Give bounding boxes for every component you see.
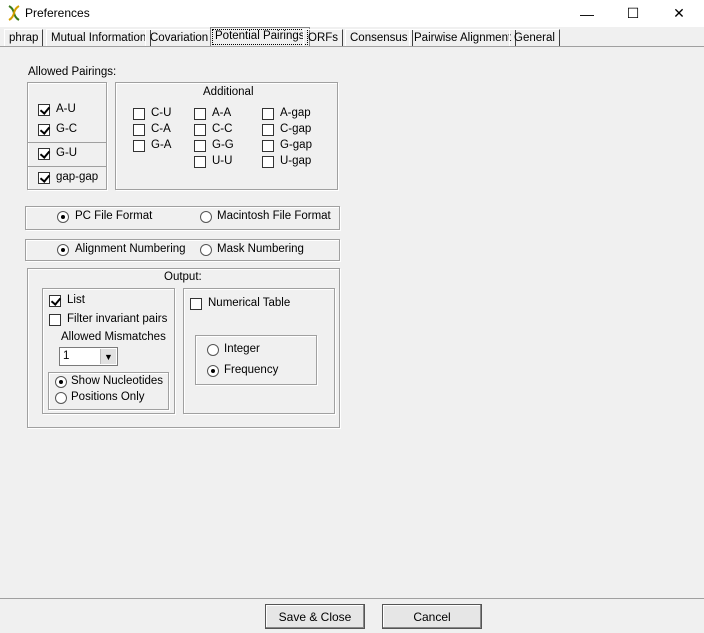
tab-pairwise-alignment[interactable]: Pairwise Alignment (409, 29, 517, 47)
maximize-button[interactable]: ☐ (610, 0, 656, 27)
title-bar: Preferences — ☐ ✕ (0, 0, 704, 27)
checkbox-g-a-label: G-A (151, 139, 172, 151)
checkbox-c-a[interactable] (133, 124, 145, 136)
radio-positions-only[interactable] (55, 392, 67, 404)
additional-pairings-group (115, 82, 338, 190)
checkbox-c-gap-label: C-gap (280, 123, 312, 135)
tab-consensus[interactable]: Consensus (345, 29, 413, 47)
radio-show-nucleotides-label: Show Nucleotides (71, 375, 164, 387)
radio-mask-numbering[interactable] (200, 244, 212, 256)
radio-positions-only-label: Positions Only (71, 391, 145, 403)
divider (28, 142, 106, 143)
checkbox-c-gap[interactable] (262, 124, 274, 136)
checkbox-a-u-label: A-U (56, 103, 76, 115)
divider (28, 166, 106, 167)
checkbox-g-u[interactable] (38, 148, 50, 160)
checkbox-g-gap[interactable] (262, 140, 274, 152)
checkbox-filter-invariant-pairs-label: Filter invariant pairs (67, 313, 168, 325)
radio-show-nucleotides[interactable] (55, 376, 67, 388)
checkbox-numerical-table[interactable] (190, 298, 202, 310)
checkbox-u-gap[interactable] (262, 156, 274, 168)
checkbox-filter-invariant-pairs[interactable] (49, 314, 61, 326)
close-button[interactable]: ✕ (656, 0, 702, 27)
radio-pc-file-format-label: PC File Format (75, 210, 153, 222)
radio-integer[interactable] (207, 344, 219, 356)
allowed-mismatches-select[interactable]: 1 ▼ (59, 347, 118, 366)
radio-alignment-numbering-label: Alignment Numbering (75, 243, 186, 255)
checkbox-c-u[interactable] (133, 108, 145, 120)
cancel-button[interactable]: Cancel (382, 604, 482, 629)
tab-strip: phrap Mutual Information Covariation Pot… (0, 27, 704, 47)
checkbox-a-a-label: A-A (212, 107, 232, 119)
checkbox-c-c[interactable] (194, 124, 206, 136)
radio-mask-numbering-label: Mask Numbering (217, 243, 304, 255)
radio-macintosh-file-format-label: Macintosh File Format (217, 210, 331, 222)
checkbox-g-u-label: G-U (56, 147, 78, 159)
tab-general[interactable]: General (509, 29, 560, 47)
checkbox-g-g-label: G-G (212, 139, 234, 151)
radio-frequency-label: Frequency (224, 364, 279, 376)
checkbox-c-c-label: C-C (212, 123, 233, 135)
checkbox-numerical-table-label: Numerical Table (208, 297, 291, 309)
radio-macintosh-file-format[interactable] (200, 211, 212, 223)
tab-phrap[interactable]: phrap (4, 29, 44, 47)
allowed-mismatches-value: 1 (63, 350, 70, 362)
checkbox-gap-gap[interactable] (38, 172, 50, 184)
checkbox-list-label: List (67, 294, 85, 306)
chevron-down-icon[interactable]: ▼ (100, 349, 116, 364)
checkbox-u-u[interactable] (194, 156, 206, 168)
checkbox-a-u[interactable] (38, 104, 50, 116)
checkbox-g-g[interactable] (194, 140, 206, 152)
allowed-pairings-label: Allowed Pairings: (28, 66, 117, 78)
output-label: Output: (164, 271, 202, 283)
checkbox-u-gap-label: U-gap (280, 155, 312, 167)
checkbox-a-gap-label: A-gap (280, 107, 311, 119)
dna-helix-icon (8, 5, 20, 21)
checkbox-c-u-label: C-U (151, 107, 172, 119)
tab-mutual-information[interactable]: Mutual Information (46, 29, 152, 47)
checkbox-g-c[interactable] (38, 124, 50, 136)
radio-frequency[interactable] (207, 365, 219, 377)
checkbox-g-gap-label: G-gap (280, 139, 312, 151)
tab-covariation[interactable]: Covariation (145, 29, 214, 47)
radio-alignment-numbering[interactable] (57, 244, 69, 256)
tab-potential-pairings[interactable]: Potential Pairings (210, 27, 310, 47)
checkbox-list[interactable] (49, 295, 61, 307)
save-close-button[interactable]: Save & Close (265, 604, 365, 629)
radio-pc-file-format[interactable] (57, 211, 69, 223)
checkbox-g-a[interactable] (133, 140, 145, 152)
radio-integer-label: Integer (224, 343, 260, 355)
tab-orfs[interactable]: ORFs (303, 29, 344, 47)
checkbox-c-a-label: C-A (151, 123, 171, 135)
additional-label: Additional (203, 86, 254, 98)
checkbox-a-a[interactable] (194, 108, 206, 120)
checkbox-g-c-label: G-C (56, 123, 78, 135)
allowed-mismatches-label: Allowed Mismatches (61, 331, 166, 343)
checkbox-a-gap[interactable] (262, 108, 274, 120)
checkbox-gap-gap-label: gap-gap (56, 171, 99, 183)
window-title: Preferences (25, 6, 90, 20)
minimize-button[interactable]: — (564, 0, 610, 27)
checkbox-u-u-label: U-U (212, 155, 233, 167)
